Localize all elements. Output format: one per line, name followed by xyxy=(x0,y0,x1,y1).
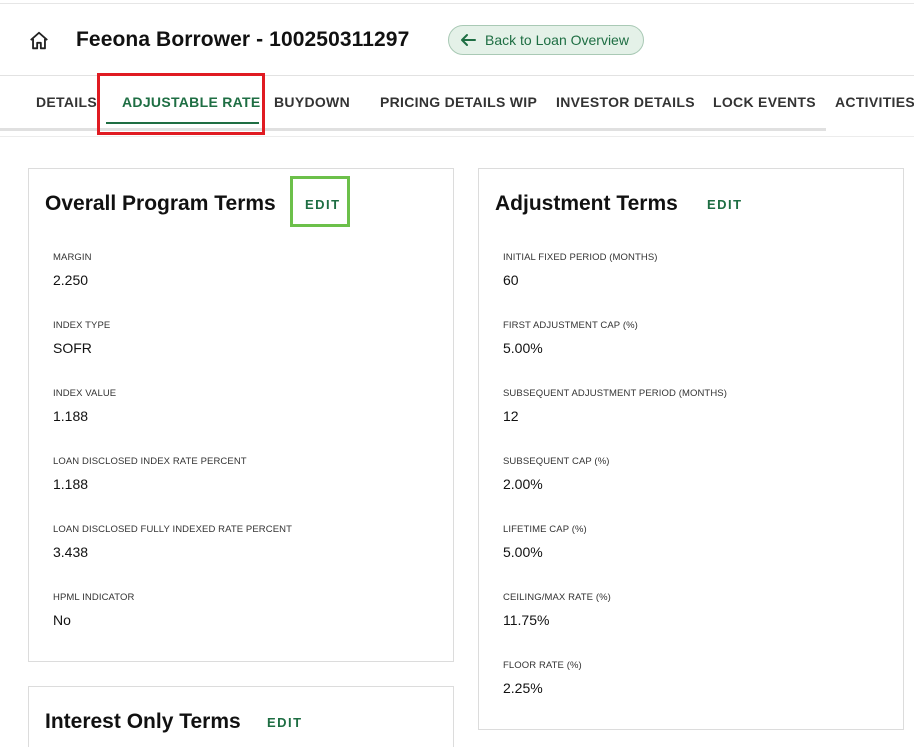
subsequent-adjustment-period-value: 12 xyxy=(503,408,519,424)
tab-activities[interactable]: ACTIVITIES xyxy=(835,76,914,128)
overall-program-terms-card: Overall Program Terms EDIT MARGIN 2.250 … xyxy=(28,168,454,662)
back-button-label: Back to Loan Overview xyxy=(485,32,629,48)
interest-only-terms-edit-button[interactable]: EDIT xyxy=(267,715,303,730)
tab-lock-events[interactable]: LOCK EVENTS xyxy=(713,76,816,128)
active-tab-indicator xyxy=(106,122,259,124)
subsequent-adjustment-period-label: SUBSEQUENT ADJUSTMENT PERIOD (MONTHS) xyxy=(503,388,727,399)
content-divider xyxy=(0,136,914,137)
interest-only-terms-card: Interest Only Terms EDIT xyxy=(28,686,454,747)
hpml-indicator-label: HPML INDICATOR xyxy=(53,592,135,603)
adjustment-terms-card: Adjustment Terms EDIT INITIAL FIXED PERI… xyxy=(478,168,904,730)
arrow-left-icon xyxy=(459,33,477,47)
first-adjustment-cap-label: FIRST ADJUSTMENT CAP (%) xyxy=(503,320,638,331)
overall-program-terms-title: Overall Program Terms xyxy=(45,192,276,215)
tab-investor-details[interactable]: INVESTOR DETAILS xyxy=(556,76,695,128)
initial-fixed-period-label: INITIAL FIXED PERIOD (MONTHS) xyxy=(503,252,658,263)
fully-indexed-rate-label: LOAN DISCLOSED FULLY INDEXED RATE PERCEN… xyxy=(53,524,293,535)
subsequent-cap-label: SUBSEQUENT CAP (%) xyxy=(503,456,610,467)
fully-indexed-rate-value: 3.438 xyxy=(53,544,89,560)
tab-scroll-track[interactable] xyxy=(0,128,826,131)
floor-rate-label: FLOOR RATE (%) xyxy=(503,660,582,671)
tab-buydown[interactable]: BUYDOWN xyxy=(274,76,350,128)
lifetime-cap-label: LIFETIME CAP (%) xyxy=(503,524,587,535)
tab-details[interactable]: DETAILS xyxy=(36,76,97,128)
home-icon[interactable] xyxy=(28,30,50,52)
overall-program-terms-edit-button[interactable]: EDIT xyxy=(305,197,341,212)
page-title: Feeona Borrower - 100250311297 xyxy=(76,28,410,51)
lifetime-cap-value: 5.00% xyxy=(503,544,543,560)
tab-bar: DETAILS ADJUSTABLE RATE BUYDOWN PRICING … xyxy=(0,76,914,128)
margin-value: 2.250 xyxy=(53,272,89,288)
first-adjustment-cap-value: 5.00% xyxy=(503,340,543,356)
ceiling-max-rate-value: 11.75% xyxy=(503,612,550,628)
floor-rate-value: 2.25% xyxy=(503,680,543,696)
ceiling-max-rate-label: CEILING/MAX RATE (%) xyxy=(503,592,611,603)
tab-pricing-details-wip[interactable]: PRICING DETAILS WIP xyxy=(380,76,537,128)
initial-fixed-period-value: 60 xyxy=(503,272,519,288)
hpml-indicator-value: No xyxy=(53,612,71,628)
margin-label: MARGIN xyxy=(53,252,92,263)
adjustment-terms-title: Adjustment Terms xyxy=(495,192,678,215)
index-type-label: INDEX TYPE xyxy=(53,320,111,331)
index-type-value: SOFR xyxy=(53,340,92,356)
index-value-value: 1.188 xyxy=(53,408,89,424)
interest-only-terms-title: Interest Only Terms xyxy=(45,710,241,733)
subsequent-cap-value: 2.00% xyxy=(503,476,543,492)
disclosed-index-rate-value: 1.188 xyxy=(53,476,89,492)
disclosed-index-rate-label: LOAN DISCLOSED INDEX RATE PERCENT xyxy=(53,456,247,467)
adjustment-terms-edit-button[interactable]: EDIT xyxy=(707,197,743,212)
index-value-label: INDEX VALUE xyxy=(53,388,117,399)
back-to-loan-overview-button[interactable]: Back to Loan Overview xyxy=(448,25,644,55)
page-header: Feeona Borrower - 100250311297 Back to L… xyxy=(0,4,914,75)
tab-adjustable-rate[interactable]: ADJUSTABLE RATE xyxy=(122,76,261,128)
